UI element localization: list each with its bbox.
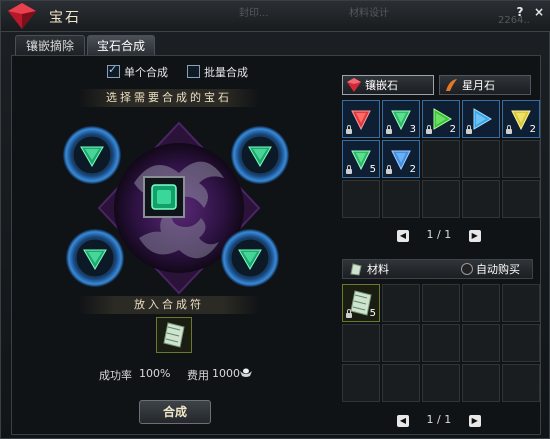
materials-header: 材料 自动购买 — [342, 259, 533, 279]
inventory-slot[interactable]: 2 — [502, 100, 540, 138]
inventory-slot-empty[interactable] — [422, 140, 460, 178]
inventory-slot-empty[interactable] — [502, 364, 540, 402]
gem-slot-top-left[interactable] — [61, 124, 123, 186]
inventory-slot-empty[interactable] — [382, 180, 420, 218]
cost-value: 1000 — [212, 367, 240, 380]
gem-count: 3 — [409, 124, 416, 135]
gem-count: 2 — [449, 124, 456, 135]
batch-combine-label: 批量合成 — [204, 66, 248, 79]
inventory-slot[interactable]: 5 — [342, 284, 380, 322]
select-gem-heading: 选择需要合成的宝石 — [79, 89, 259, 107]
silver-ingot-icon — [240, 368, 252, 377]
lock-icon — [346, 165, 352, 174]
tab-inlay-stone[interactable]: 镶嵌石 — [342, 75, 434, 95]
lock-icon — [346, 309, 352, 318]
prev-page-arrow-icon[interactable]: ◀ — [397, 415, 409, 427]
inventory-slot[interactable]: 2 — [422, 100, 460, 138]
inventory-slot-empty[interactable] — [462, 284, 500, 322]
close-button[interactable]: × — [531, 4, 547, 20]
inventory-slot[interactable] — [462, 100, 500, 138]
auto-buy-label: 自动购买 — [476, 263, 520, 276]
title-bar[interactable]: 宝石 封印... 材料设计 2264.. ? × — [1, 1, 550, 32]
tab-inlay-remove[interactable]: 镶嵌摘除 — [15, 35, 85, 56]
inventory-slot-empty[interactable] — [422, 180, 460, 218]
inventory-slot-empty[interactable] — [462, 324, 500, 362]
moon-stone-icon — [446, 79, 457, 91]
gem-window: 宝石 封印... 材料设计 2264.. ? × 镶嵌摘除 宝石合成 单个合成 … — [0, 0, 550, 439]
material-count: 5 — [369, 308, 376, 319]
materials-label: 材料 — [367, 263, 389, 276]
inventory-slot-empty[interactable] — [502, 180, 540, 218]
tab-moon-stone-label: 星月石 — [462, 79, 495, 92]
inventory-slot[interactable]: 3 — [382, 100, 420, 138]
batch-combine-checkbox[interactable]: 批量合成 — [187, 64, 248, 80]
gem-logo-icon — [8, 3, 36, 29]
inventory-slot-empty[interactable] — [462, 364, 500, 402]
gem-pager: ◀ 1 / 1 ▶ — [397, 228, 481, 242]
gem-slot-bottom-left[interactable] — [64, 227, 126, 289]
tab-moon-stone[interactable]: 星月石 — [439, 75, 531, 95]
lock-icon — [386, 125, 392, 134]
background-text: 材料设计 — [349, 8, 389, 19]
help-button[interactable]: ? — [512, 4, 528, 20]
inventory-slot-empty[interactable] — [422, 284, 460, 322]
charm-heading: 放入合成符 — [79, 296, 259, 314]
lock-icon — [386, 165, 392, 174]
result-gem-slot[interactable] — [143, 176, 185, 218]
material-pager: ◀ 1 / 1 ▶ — [397, 413, 481, 427]
inventory-slot[interactable]: 5 — [342, 140, 380, 178]
inventory-slot-empty[interactable] — [382, 364, 420, 402]
checkbox-icon[interactable] — [187, 65, 200, 78]
success-rate-value: 100% — [139, 367, 171, 380]
prev-page-arrow-icon[interactable]: ◀ — [397, 230, 409, 242]
inventory-slot-empty[interactable] — [342, 324, 380, 362]
inventory-slot-empty[interactable] — [382, 324, 420, 362]
success-rate-label: 成功率 — [99, 369, 132, 382]
cost-label: 费用 — [187, 369, 209, 382]
lock-icon — [346, 125, 352, 134]
gem-count: 5 — [369, 164, 376, 175]
inventory-slot-empty[interactable] — [502, 324, 540, 362]
inventory-slot-empty[interactable] — [422, 324, 460, 362]
checkbox-icon[interactable] — [461, 263, 473, 275]
lock-icon — [466, 125, 472, 134]
tab-inlay-stone-label: 镶嵌石 — [365, 79, 398, 92]
tab-gem-combine[interactable]: 宝石合成 — [87, 35, 155, 56]
inventory-slot-empty[interactable] — [502, 140, 540, 178]
gem-count: 2 — [409, 164, 416, 175]
material-inventory-grid: 5 — [342, 284, 540, 402]
gem-inventory-grid: 3 2 2 5 2 — [342, 100, 540, 218]
gem-count: 2 — [529, 124, 536, 135]
single-combine-label: 单个合成 — [124, 66, 168, 79]
next-page-arrow-icon[interactable]: ▶ — [468, 415, 481, 427]
window-title: 宝石 — [49, 10, 81, 26]
inventory-slot-empty[interactable] — [422, 364, 460, 402]
inventory-slot[interactable] — [342, 100, 380, 138]
lock-icon — [506, 125, 512, 134]
gem-page-indicator: 1 / 1 — [426, 228, 452, 241]
inventory-slot[interactable]: 2 — [382, 140, 420, 178]
red-gem-icon — [347, 78, 361, 92]
material-page-indicator: 1 / 1 — [426, 413, 452, 426]
charm-slot[interactable] — [156, 317, 192, 353]
lock-icon — [426, 125, 432, 134]
charm-scroll-icon — [350, 263, 362, 276]
inventory-slot-empty[interactable] — [382, 284, 420, 322]
inventory-slot-empty[interactable] — [342, 180, 380, 218]
next-page-arrow-icon[interactable]: ▶ — [468, 230, 481, 242]
gem-slot-top-right[interactable] — [229, 124, 291, 186]
inventory-slot-empty[interactable] — [462, 140, 500, 178]
inventory-slot-empty[interactable] — [462, 180, 500, 218]
checkbox-checked-icon[interactable] — [107, 63, 120, 78]
background-text: 封印... — [239, 8, 269, 19]
combine-button[interactable]: 合成 — [139, 400, 211, 424]
single-combine-checkbox[interactable]: 单个合成 — [107, 63, 168, 80]
inventory-slot-empty[interactable] — [502, 284, 540, 322]
inventory-slot-empty[interactable] — [342, 364, 380, 402]
gem-slot-bottom-right[interactable] — [219, 227, 281, 289]
auto-buy-checkbox[interactable]: 自动购买 — [461, 260, 520, 280]
